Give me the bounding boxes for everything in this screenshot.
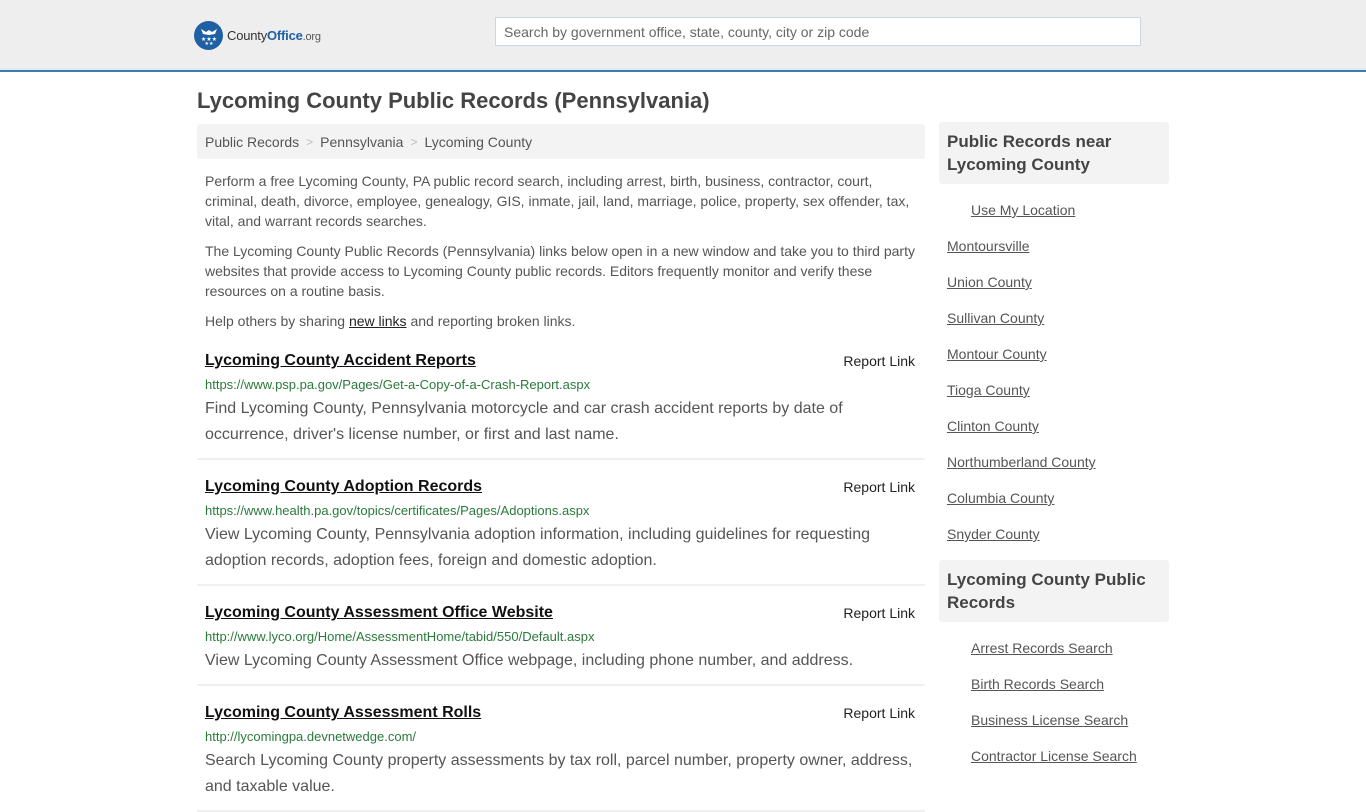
use-my-location-link[interactable]: Use My Location bbox=[939, 202, 1075, 218]
record-type-link[interactable]: Birth Records Search bbox=[939, 676, 1104, 692]
report-link-button[interactable]: Report Link bbox=[843, 605, 915, 621]
record-title-link[interactable]: Lycoming County Accident Reports bbox=[205, 350, 476, 372]
record-description: Find Lycoming County, Pennsylvania motor… bbox=[205, 400, 843, 443]
record-type-link[interactable]: Business License Search bbox=[939, 712, 1128, 728]
record-description: Search Lycoming County property assessme… bbox=[205, 752, 913, 795]
report-link-button[interactable]: Report Link bbox=[843, 479, 915, 495]
record-url: https://www.psp.pa.gov/Pages/Get-a-Copy-… bbox=[205, 377, 591, 392]
list-item: Montour County bbox=[939, 336, 1169, 372]
county-records-heading: Lycoming County Public Records bbox=[939, 560, 1169, 622]
county-records-section: Lycoming County Public Records Arrest Re… bbox=[939, 560, 1169, 774]
record-title-link[interactable]: Lycoming County Assessment Rolls bbox=[205, 702, 481, 724]
record-item: Lycoming County Assessment Office Websit… bbox=[197, 586, 925, 686]
nearby-link[interactable]: Snyder County bbox=[939, 526, 1040, 542]
record-item: Lycoming County Accident Reports Report … bbox=[197, 346, 925, 460]
record-description: View Lycoming County Assessment Office w… bbox=[205, 652, 854, 669]
header-divider bbox=[0, 68, 1366, 70]
record-title-link[interactable]: Lycoming County Assessment Office Websit… bbox=[205, 602, 553, 624]
list-item: Business License Search bbox=[939, 702, 1169, 738]
logo-wordmark: CountyOffice.org bbox=[227, 27, 321, 43]
nearby-list: Use My Location Montoursville Union Coun… bbox=[939, 184, 1169, 552]
site-logo[interactable]: ★★★ ★★ CountyOffice.org bbox=[194, 20, 321, 50]
nearby-link[interactable]: Northumberland County bbox=[939, 454, 1096, 470]
record-title-link[interactable]: Lycoming County Adoption Records bbox=[205, 476, 482, 498]
nearby-link[interactable]: Clinton County bbox=[939, 418, 1039, 434]
svg-text:★★: ★★ bbox=[204, 41, 213, 46]
nearby-heading: Public Records near Lycoming County bbox=[939, 122, 1169, 184]
nearby-link[interactable]: Montoursville bbox=[939, 238, 1029, 254]
breadcrumb-separator: > bbox=[306, 134, 314, 149]
breadcrumb-lycoming-county[interactable]: Lycoming County bbox=[424, 134, 532, 150]
records-list: Lycoming County Accident Reports Report … bbox=[197, 346, 925, 812]
county-records-list: Arrest Records Search Birth Records Sear… bbox=[939, 622, 1169, 774]
list-item: Use My Location bbox=[939, 192, 1169, 228]
nearby-link[interactable]: Tioga County bbox=[939, 382, 1030, 398]
record-item: Lycoming County Assessment Rolls Report … bbox=[197, 686, 925, 812]
list-item: Birth Records Search bbox=[939, 666, 1169, 702]
nearby-link[interactable]: Montour County bbox=[939, 346, 1047, 362]
intro-paragraph: Perform a free Lycoming County, PA publi… bbox=[205, 173, 910, 229]
record-url: http://www.lyco.org/Home/AssessmentHome/… bbox=[205, 629, 595, 644]
list-item: Montoursville bbox=[939, 228, 1169, 264]
help-text: Help others by sharing new links and rep… bbox=[205, 313, 576, 329]
record-url: https://www.health.pa.gov/topics/certifi… bbox=[205, 503, 590, 518]
nearby-link[interactable]: Sullivan County bbox=[939, 310, 1044, 326]
breadcrumb-pennsylvania[interactable]: Pennsylvania bbox=[320, 134, 403, 150]
list-item: Arrest Records Search bbox=[939, 630, 1169, 666]
record-url: http://lycomingpa.devnetwedge.com/ bbox=[205, 729, 417, 744]
list-item: Sullivan County bbox=[939, 300, 1169, 336]
report-link-button[interactable]: Report Link bbox=[843, 353, 915, 369]
record-type-link[interactable]: Contractor License Search bbox=[939, 748, 1137, 764]
sidebar: Public Records near Lycoming County Use … bbox=[939, 122, 1169, 774]
report-link-button[interactable]: Report Link bbox=[843, 705, 915, 721]
record-description: View Lycoming County, Pennsylvania adopt… bbox=[205, 526, 870, 569]
new-links-link[interactable]: new links bbox=[349, 313, 407, 329]
list-item: Clinton County bbox=[939, 408, 1169, 444]
list-item: Northumberland County bbox=[939, 444, 1169, 480]
nearby-link[interactable]: Union County bbox=[939, 274, 1032, 290]
page-title: Lycoming County Public Records (Pennsylv… bbox=[197, 88, 710, 113]
intro-text: Perform a free Lycoming County, PA publi… bbox=[205, 171, 921, 341]
list-item: Columbia County bbox=[939, 480, 1169, 516]
list-item: Contractor License Search bbox=[939, 738, 1169, 774]
intro-paragraph: The Lycoming County Public Records (Penn… bbox=[205, 243, 915, 299]
breadcrumb-public-records[interactable]: Public Records bbox=[205, 134, 299, 150]
search-input[interactable] bbox=[495, 17, 1141, 46]
breadcrumb: Public Records > Pennsylvania > Lycoming… bbox=[197, 124, 925, 159]
record-item: Lycoming County Adoption Records Report … bbox=[197, 460, 925, 586]
list-item: Tioga County bbox=[939, 372, 1169, 408]
list-item: Snyder County bbox=[939, 516, 1169, 552]
record-type-link[interactable]: Arrest Records Search bbox=[939, 640, 1113, 656]
list-item: Union County bbox=[939, 264, 1169, 300]
eagle-stars-icon: ★★★ ★★ bbox=[194, 20, 223, 50]
site-header: ★★★ ★★ CountyOffice.org bbox=[0, 0, 1366, 72]
breadcrumb-separator: > bbox=[410, 134, 418, 149]
nearby-link[interactable]: Columbia County bbox=[939, 490, 1054, 506]
